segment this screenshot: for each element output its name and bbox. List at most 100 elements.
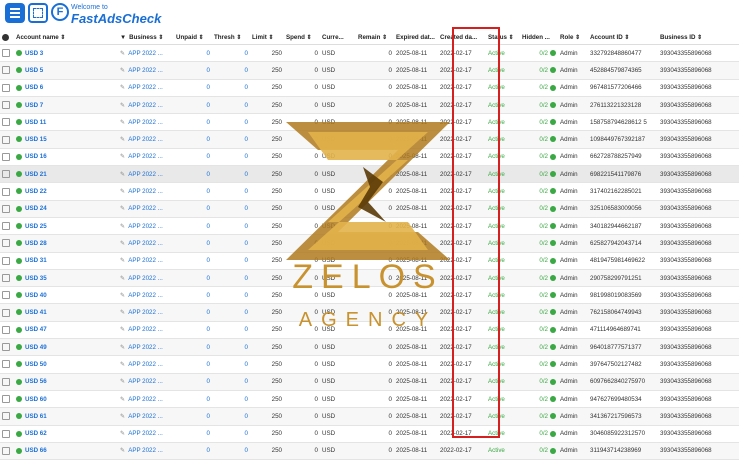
edit-icon[interactable]: ✎ (120, 430, 125, 437)
business-cell[interactable]: ✎ APP 2022 ... (118, 425, 174, 443)
business-cell[interactable]: ✎ APP 2022 ... (118, 79, 174, 97)
account-name[interactable]: USD 7 (14, 96, 118, 115)
edit-icon[interactable]: ✎ (120, 119, 125, 126)
row-checkbox[interactable] (0, 355, 14, 374)
edit-icon[interactable]: ✎ (120, 84, 125, 91)
account-name[interactable]: USD 25 (14, 217, 118, 236)
menu-icon[interactable] (5, 3, 25, 23)
edit-icon[interactable]: ✎ (120, 67, 125, 74)
row-checkbox[interactable] (0, 442, 14, 460)
col-remain[interactable]: Remain ⇕ (356, 31, 394, 45)
row-checkbox[interactable] (0, 390, 14, 409)
table-row[interactable]: USD 3 ✎ APP 2022 ... 0 0 250 0 USD 0 2025-08-11 20… (0, 44, 739, 63)
col-account-id[interactable]: Account ID ⇕ (588, 31, 658, 45)
table-row[interactable]: USD 47 ✎ APP 2022 ... 0 0 250 0 USD 0 2025-08-11 2… (0, 321, 739, 340)
business-cell[interactable]: ✎ APP 2022 ... (118, 182, 174, 201)
account-name[interactable]: USD 49 (14, 338, 118, 357)
table-row[interactable]: USD 49 ✎ APP 2022 ... 0 0 250 0 USD 0 2025-08-11 2… (0, 338, 739, 357)
account-name[interactable]: USD 15 (14, 130, 118, 149)
edit-icon[interactable]: ✎ (120, 309, 125, 316)
edit-icon[interactable]: ✎ (120, 188, 125, 195)
business-cell[interactable]: ✎ APP 2022 ... (118, 130, 174, 149)
col-status[interactable]: Status ⇕ (486, 31, 520, 45)
col-currency[interactable]: Curre... (320, 31, 356, 45)
table-row[interactable]: USD 16 ✎ APP 2022 ... 0 0 250 0 USD 0 2025-08-11 2… (0, 148, 739, 167)
account-name[interactable]: USD 41 (14, 303, 118, 322)
business-cell[interactable]: ✎ APP 2022 ... (118, 442, 174, 460)
account-name[interactable]: USD 60 (14, 390, 118, 409)
account-name[interactable]: USD 61 (14, 407, 118, 426)
table-row[interactable]: USD 28 ✎ APP 2022 ... 0 0 250 0 USD 0 2025-08-11 2… (0, 234, 739, 253)
account-name[interactable]: USD 35 (14, 269, 118, 288)
business-cell[interactable]: ✎ APP 2022 ... (118, 355, 174, 374)
table-row[interactable]: USD 7 ✎ APP 2022 ... 0 0 250 0 USD 0 2025-08-11 20… (0, 96, 739, 115)
table-row[interactable]: USD 35 ✎ APP 2022 ... 0 0 250 0 USD 0 2025-08-11 2… (0, 269, 739, 288)
account-name[interactable]: USD 66 (14, 442, 118, 460)
account-name[interactable]: USD 28 (14, 234, 118, 253)
table-row[interactable]: USD 66 ✎ APP 2022 ... 0 0 250 0 USD 0 2025-08-11 2… (0, 442, 739, 460)
edit-icon[interactable]: ✎ (120, 396, 125, 403)
col-business-id[interactable]: Business ID ⇕ (658, 31, 739, 45)
business-cell[interactable]: ✎ APP 2022 ... (118, 113, 174, 132)
col-thresh[interactable]: Thresh ⇕ (212, 31, 250, 45)
account-name[interactable]: USD 47 (14, 321, 118, 340)
account-name[interactable]: USD 5 (14, 61, 118, 80)
row-checkbox[interactable] (0, 44, 14, 63)
row-checkbox[interactable] (0, 373, 14, 391)
business-cell[interactable]: ✎ APP 2022 ... (118, 390, 174, 409)
account-name[interactable]: USD 6 (14, 79, 118, 97)
col-business[interactable]: ▼ Business ⇕ (118, 31, 174, 45)
row-checkbox[interactable] (0, 148, 14, 167)
row-checkbox[interactable] (0, 321, 14, 340)
row-checkbox[interactable] (0, 96, 14, 115)
col-limit[interactable]: Limit ⇕ (250, 31, 284, 45)
table-row[interactable]: USD 22 ✎ APP 2022 ... 0 0 250 0 USD 0 2025-08-11 2… (0, 182, 739, 201)
account-name[interactable]: USD 3 (14, 44, 118, 63)
col-account-name[interactable]: Account name ⇕ (14, 31, 118, 45)
business-cell[interactable]: ✎ APP 2022 ... (118, 234, 174, 253)
row-checkbox[interactable] (0, 182, 14, 201)
row-checkbox[interactable] (0, 217, 14, 236)
row-checkbox[interactable] (0, 234, 14, 253)
table-row[interactable]: USD 5 ✎ APP 2022 ... 0 0 250 0 USD 0 2025-08-11 20… (0, 61, 739, 80)
fullscreen-icon[interactable] (28, 3, 48, 23)
business-cell[interactable]: ✎ APP 2022 ... (118, 96, 174, 115)
account-name[interactable]: USD 56 (14, 373, 118, 391)
row-checkbox[interactable] (0, 425, 14, 443)
account-name[interactable]: USD 24 (14, 200, 118, 218)
table-row[interactable]: USD 61 ✎ APP 2022 ... 0 0 250 0 USD 0 2025-08-11 2… (0, 407, 739, 426)
edit-icon[interactable]: ✎ (120, 50, 125, 57)
edit-icon[interactable]: ✎ (120, 257, 125, 264)
edit-icon[interactable]: ✎ (120, 378, 125, 385)
table-row[interactable]: USD 21 ✎ APP 2022 ... 0 0 250 0 USD 0 2025-08-11 2… (0, 165, 739, 184)
account-name[interactable]: USD 31 (14, 252, 118, 270)
row-checkbox[interactable] (0, 286, 14, 305)
edit-icon[interactable]: ✎ (120, 326, 125, 333)
account-name[interactable]: USD 40 (14, 286, 118, 305)
table-row[interactable]: USD 31 ✎ APP 2022 ... 0 0 250 0 USD 0 2025-08-11 2… (0, 252, 739, 270)
business-cell[interactable]: ✎ APP 2022 ... (118, 200, 174, 218)
edit-icon[interactable]: ✎ (120, 413, 125, 420)
account-name[interactable]: USD 62 (14, 425, 118, 443)
edit-icon[interactable]: ✎ (120, 361, 125, 368)
business-cell[interactable]: ✎ APP 2022 ... (118, 321, 174, 340)
business-cell[interactable]: ✎ APP 2022 ... (118, 44, 174, 63)
table-row[interactable]: USD 41 ✎ APP 2022 ... 0 0 250 0 USD 0 2025-08-11 2… (0, 303, 739, 322)
row-checkbox[interactable] (0, 269, 14, 288)
business-cell[interactable]: ✎ APP 2022 ... (118, 217, 174, 236)
row-checkbox[interactable] (0, 113, 14, 132)
col-unpaid[interactable]: Unpaid ⇕ (174, 31, 212, 45)
business-cell[interactable]: ✎ APP 2022 ... (118, 338, 174, 357)
filter-icon[interactable]: ▼ (120, 34, 126, 41)
table-row[interactable]: USD 40 ✎ APP 2022 ... 0 0 250 0 USD 0 2025-08-11 2… (0, 286, 739, 305)
edit-icon[interactable]: ✎ (120, 292, 125, 299)
table-row[interactable]: USD 62 ✎ APP 2022 ... 0 0 250 0 USD 0 2025-08-11 2… (0, 425, 739, 443)
table-row[interactable]: USD 11 ✎ APP 2022 ... 0 0 250 0 USD 0 2025-08-11 2… (0, 113, 739, 132)
table-row[interactable]: USD 25 ✎ APP 2022 ... 0 0 250 0 USD 0 2025-08-11 2… (0, 217, 739, 236)
col-expired[interactable]: Expired dat... (394, 31, 438, 45)
edit-icon[interactable]: ✎ (120, 171, 125, 178)
edit-icon[interactable]: ✎ (120, 223, 125, 230)
edit-icon[interactable]: ✎ (120, 240, 125, 247)
table-row[interactable]: USD 15 ✎ APP 2022 ... 0 0 250 0 USD 0 2025-08-11 2… (0, 130, 739, 149)
edit-icon[interactable]: ✎ (120, 136, 125, 143)
